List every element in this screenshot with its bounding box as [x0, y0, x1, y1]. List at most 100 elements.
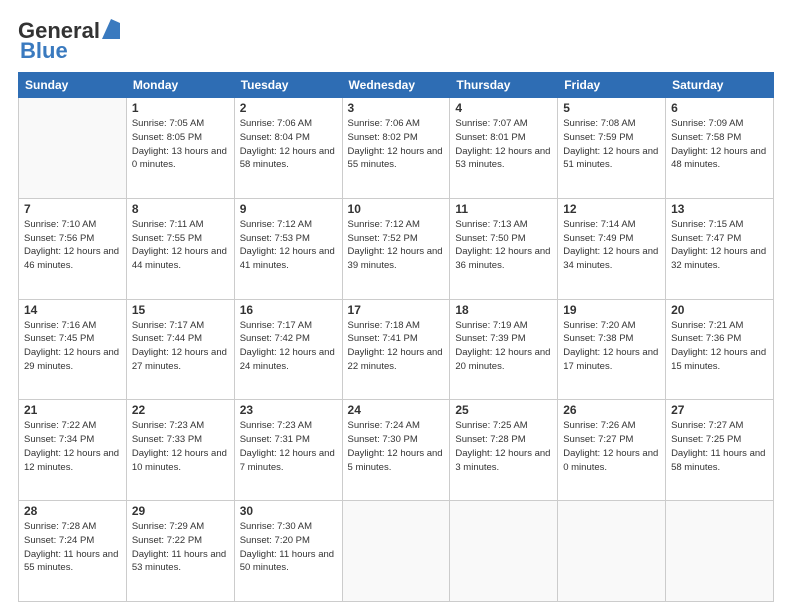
day-number: 4 — [455, 101, 552, 115]
calendar-day-cell: 12 Sunrise: 7:14 AMSunset: 7:49 PMDayligh… — [558, 198, 666, 299]
calendar-day-header: Friday — [558, 73, 666, 98]
day-number: 3 — [348, 101, 445, 115]
calendar-day-cell — [342, 501, 450, 602]
calendar-day-cell: 13 Sunrise: 7:15 AMSunset: 7:47 PMDayligh… — [666, 198, 774, 299]
calendar-day-cell: 18Sunrise: 7:19 AMSunset: 7:39 PMDayligh… — [450, 299, 558, 400]
day-number: 14 — [24, 303, 121, 317]
day-number: 21 — [24, 403, 121, 417]
day-number: 10 — [348, 202, 445, 216]
calendar-day-cell: 6 Sunrise: 7:09 AMSunset: 7:58 PMDaylight… — [666, 98, 774, 199]
calendar-day-cell: 3 Sunrise: 7:06 AMSunset: 8:02 PMDaylight… — [342, 98, 450, 199]
calendar-week-row: 28 Sunrise: 7:28 AMSunset: 7:24 PMDayligh… — [19, 501, 774, 602]
calendar-day-cell: 22 Sunrise: 7:23 AMSunset: 7:33 PMDayligh… — [126, 400, 234, 501]
day-number: 7 — [24, 202, 121, 216]
day-info: Sunrise: 7:12 AMSunset: 7:52 PMDaylight:… — [348, 218, 445, 273]
day-info: Sunrise: 7:07 AMSunset: 8:01 PMDaylight:… — [455, 117, 552, 172]
calendar-day-cell: 26 Sunrise: 7:26 AMSunset: 7:27 PMDayligh… — [558, 400, 666, 501]
calendar-day-cell: 23 Sunrise: 7:23 AMSunset: 7:31 PMDayligh… — [234, 400, 342, 501]
day-info: Sunrise: 7:24 AMSunset: 7:30 PMDaylight:… — [348, 419, 445, 474]
day-info: Sunrise: 7:15 AMSunset: 7:47 PMDaylight:… — [671, 218, 768, 273]
calendar-day-cell: 8Sunrise: 7:11 AMSunset: 7:55 PMDaylight… — [126, 198, 234, 299]
day-number: 19 — [563, 303, 660, 317]
day-info: Sunrise: 7:08 AMSunset: 7:59 PMDaylight:… — [563, 117, 660, 172]
day-info: Sunrise: 7:23 AMSunset: 7:33 PMDaylight:… — [132, 419, 229, 474]
calendar-day-cell: 17Sunrise: 7:18 AMSunset: 7:41 PMDayligh… — [342, 299, 450, 400]
calendar-week-row: 7 Sunrise: 7:10 AMSunset: 7:56 PMDaylight… — [19, 198, 774, 299]
day-info: Sunrise: 7:17 AMSunset: 7:44 PMDaylight:… — [132, 319, 229, 374]
calendar-week-row: 1 Sunrise: 7:05 AMSunset: 8:05 PMDaylight… — [19, 98, 774, 199]
day-info: Sunrise: 7:16 AMSunset: 7:45 PMDaylight:… — [24, 319, 121, 374]
calendar-day-cell — [558, 501, 666, 602]
calendar-day-cell: 10 Sunrise: 7:12 AMSunset: 7:52 PMDayligh… — [342, 198, 450, 299]
day-info: Sunrise: 7:17 AMSunset: 7:42 PMDaylight:… — [240, 319, 337, 374]
day-info: Sunrise: 7:28 AMSunset: 7:24 PMDaylight:… — [24, 520, 121, 575]
calendar-day-cell: 2 Sunrise: 7:06 AMSunset: 8:04 PMDaylight… — [234, 98, 342, 199]
page: General Blue SundayMondayTuesdayWednesda… — [0, 0, 792, 612]
day-number: 25 — [455, 403, 552, 417]
day-number: 11 — [455, 202, 552, 216]
calendar-day-header: Tuesday — [234, 73, 342, 98]
calendar-day-cell: 30Sunrise: 7:30 AMSunset: 7:20 PMDayligh… — [234, 501, 342, 602]
calendar-day-cell: 25Sunrise: 7:25 AMSunset: 7:28 PMDayligh… — [450, 400, 558, 501]
calendar-day-cell — [450, 501, 558, 602]
day-number: 29 — [132, 504, 229, 518]
calendar-day-cell: 9Sunrise: 7:12 AMSunset: 7:53 PMDaylight… — [234, 198, 342, 299]
calendar-day-cell: 28 Sunrise: 7:28 AMSunset: 7:24 PMDayligh… — [19, 501, 127, 602]
day-number: 5 — [563, 101, 660, 115]
calendar-day-cell: 19 Sunrise: 7:20 AMSunset: 7:38 PMDayligh… — [558, 299, 666, 400]
calendar-week-row: 14 Sunrise: 7:16 AMSunset: 7:45 PMDayligh… — [19, 299, 774, 400]
day-number: 1 — [132, 101, 229, 115]
logo-blue: Blue — [18, 38, 68, 64]
calendar-day-cell: 14 Sunrise: 7:16 AMSunset: 7:45 PMDayligh… — [19, 299, 127, 400]
day-info: Sunrise: 7:21 AMSunset: 7:36 PMDaylight:… — [671, 319, 768, 374]
day-info: Sunrise: 7:14 AMSunset: 7:49 PMDaylight:… — [563, 218, 660, 273]
day-info: Sunrise: 7:29 AMSunset: 7:22 PMDaylight:… — [132, 520, 229, 575]
day-number: 28 — [24, 504, 121, 518]
calendar-day-header: Wednesday — [342, 73, 450, 98]
day-number: 26 — [563, 403, 660, 417]
day-info: Sunrise: 7:26 AMSunset: 7:27 PMDaylight:… — [563, 419, 660, 474]
day-info: Sunrise: 7:05 AMSunset: 8:05 PMDaylight:… — [132, 117, 229, 172]
day-info: Sunrise: 7:20 AMSunset: 7:38 PMDaylight:… — [563, 319, 660, 374]
day-number: 15 — [132, 303, 229, 317]
calendar-day-cell: 5 Sunrise: 7:08 AMSunset: 7:59 PMDaylight… — [558, 98, 666, 199]
calendar-header-row: SundayMondayTuesdayWednesdayThursdayFrid… — [19, 73, 774, 98]
calendar-day-cell — [666, 501, 774, 602]
calendar-day-cell: 16 Sunrise: 7:17 AMSunset: 7:42 PMDayligh… — [234, 299, 342, 400]
day-number: 13 — [671, 202, 768, 216]
day-number: 6 — [671, 101, 768, 115]
calendar-day-cell: 29 Sunrise: 7:29 AMSunset: 7:22 PMDayligh… — [126, 501, 234, 602]
day-number: 23 — [240, 403, 337, 417]
day-info: Sunrise: 7:06 AMSunset: 8:04 PMDaylight:… — [240, 117, 337, 172]
calendar-day-cell: 15 Sunrise: 7:17 AMSunset: 7:44 PMDayligh… — [126, 299, 234, 400]
day-number: 27 — [671, 403, 768, 417]
header: General Blue — [18, 18, 774, 64]
calendar-day-cell: 21 Sunrise: 7:22 AMSunset: 7:34 PMDayligh… — [19, 400, 127, 501]
day-number: 9 — [240, 202, 337, 216]
day-number: 17 — [348, 303, 445, 317]
calendar-day-cell: 20 Sunrise: 7:21 AMSunset: 7:36 PMDayligh… — [666, 299, 774, 400]
calendar-day-header: Thursday — [450, 73, 558, 98]
day-info: Sunrise: 7:06 AMSunset: 8:02 PMDaylight:… — [348, 117, 445, 172]
day-number: 24 — [348, 403, 445, 417]
day-info: Sunrise: 7:09 AMSunset: 7:58 PMDaylight:… — [671, 117, 768, 172]
day-number: 18 — [455, 303, 552, 317]
day-info: Sunrise: 7:23 AMSunset: 7:31 PMDaylight:… — [240, 419, 337, 474]
day-number: 20 — [671, 303, 768, 317]
calendar-day-header: Saturday — [666, 73, 774, 98]
day-number: 22 — [132, 403, 229, 417]
day-info: Sunrise: 7:10 AMSunset: 7:56 PMDaylight:… — [24, 218, 121, 273]
day-number: 16 — [240, 303, 337, 317]
logo-arrow-icon — [102, 19, 120, 39]
calendar-day-header: Monday — [126, 73, 234, 98]
calendar-table: SundayMondayTuesdayWednesdayThursdayFrid… — [18, 72, 774, 602]
day-info: Sunrise: 7:22 AMSunset: 7:34 PMDaylight:… — [24, 419, 121, 474]
calendar-day-cell: 24 Sunrise: 7:24 AMSunset: 7:30 PMDayligh… — [342, 400, 450, 501]
day-number: 12 — [563, 202, 660, 216]
day-number: 2 — [240, 101, 337, 115]
calendar-day-cell — [19, 98, 127, 199]
calendar-week-row: 21 Sunrise: 7:22 AMSunset: 7:34 PMDayligh… — [19, 400, 774, 501]
calendar-day-cell: 7 Sunrise: 7:10 AMSunset: 7:56 PMDaylight… — [19, 198, 127, 299]
day-info: Sunrise: 7:13 AMSunset: 7:50 PMDaylight:… — [455, 218, 552, 273]
calendar-day-cell: 27Sunrise: 7:27 AMSunset: 7:25 PMDayligh… — [666, 400, 774, 501]
